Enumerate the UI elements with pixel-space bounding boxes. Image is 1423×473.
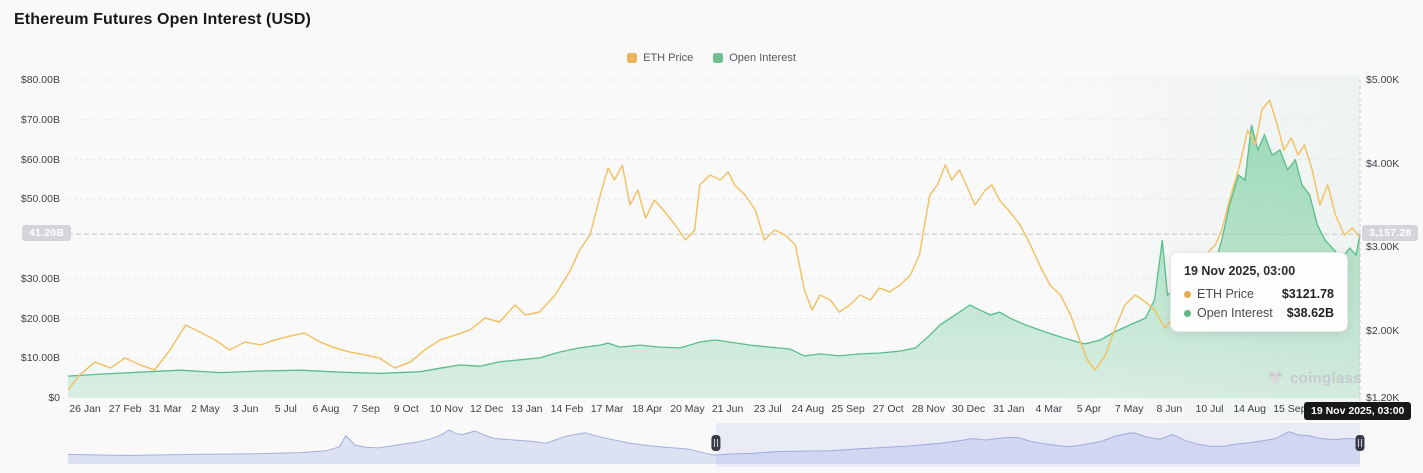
tooltip-row-open-interest: Open Interest $38.62B (1184, 306, 1334, 320)
legend-item-eth-price[interactable]: ETH Price (627, 52, 693, 64)
x-axis-tick-label: 2 May (191, 403, 220, 415)
tooltip-row-eth-price: ETH Price $3121.78 (1184, 287, 1334, 301)
tooltip-date: 19 Nov 2025, 03:00 (1184, 264, 1334, 278)
navigator-selection[interactable] (716, 423, 1360, 467)
coinglass-gem-icon (1266, 369, 1285, 388)
x-axis-tick-label: 4 Mar (1035, 403, 1062, 415)
x-axis-tick-label: 14 Feb (551, 403, 584, 415)
x-axis-tick-label: 18 Apr (632, 403, 662, 415)
x-axis-tick-label: 31 Mar (149, 403, 182, 415)
legend-label-eth-price: ETH Price (643, 52, 693, 64)
x-axis-tick-label: 8 Jun (1157, 403, 1183, 415)
x-axis-tick-label: 20 May (670, 403, 704, 415)
x-axis-tick-label: 10 Nov (430, 403, 463, 415)
right-axis-tick-label: $2.00K (1366, 325, 1399, 337)
left-axis-tick-label: $50.00B (2, 193, 60, 205)
crosshair-date-badge: 19 Nov 2025, 03:00 (1304, 402, 1411, 420)
right-axis-current-badge: 3,157.28 (1362, 225, 1418, 241)
x-axis-tick-label: 7 Sep (352, 403, 379, 415)
eth-price-dot (1184, 291, 1191, 298)
left-axis-tick-label: $60.00B (2, 154, 60, 166)
nav-handle-right[interactable] (1356, 435, 1365, 451)
right-axis-tick-label: $5.00K (1366, 74, 1399, 86)
left-axis-tick-label: $70.00B (2, 114, 60, 126)
right-axis-tick-label: $3.00K (1366, 241, 1399, 253)
x-axis-tick-label: 24 Aug (792, 403, 825, 415)
x-axis-tick-label: 7 May (1115, 403, 1144, 415)
tooltip-label: ETH Price (1197, 287, 1276, 301)
legend-label-open-interest: Open Interest (729, 52, 796, 64)
x-axis-tick-label: 5 Apr (1077, 403, 1102, 415)
x-axis-tick-label: 3 Jun (233, 403, 259, 415)
left-axis-tick-label: $0 (2, 392, 60, 404)
tooltip-value: $3121.78 (1282, 287, 1334, 301)
open-interest-dot (1184, 310, 1191, 317)
x-axis-tick-label: 5 Jul (275, 403, 297, 415)
chart-title: Ethereum Futures Open Interest (USD) (14, 11, 311, 29)
nav-handle-left[interactable] (711, 435, 720, 451)
left-axis-tick-label: $30.00B (2, 273, 60, 285)
left-axis-tick-label: $80.00B (2, 74, 60, 86)
eth-price-swatch (627, 53, 637, 63)
open-interest-swatch (713, 53, 723, 63)
left-axis-tick-label: $10.00B (2, 352, 60, 364)
x-axis-tick-label: 9 Oct (394, 403, 419, 415)
watermark: coinglass (1266, 369, 1362, 388)
x-axis-tick-label: 30 Dec (952, 403, 985, 415)
x-axis-tick-label: 31 Jan (993, 403, 1025, 415)
x-axis-tick-label: 21 Jun (712, 403, 744, 415)
x-axis-tick-label: 27 Feb (109, 403, 142, 415)
x-axis-tick-label: 26 Jan (69, 403, 101, 415)
x-axis-tick-label: 27 Oct (873, 403, 904, 415)
left-axis-tick-label: $20.00B (2, 313, 60, 325)
x-axis-tick-label: 13 Jan (511, 403, 543, 415)
x-axis-tick-label: 15 Sep (1273, 403, 1306, 415)
x-axis-tick-label: 28 Nov (912, 403, 945, 415)
tooltip-label: Open Interest (1197, 306, 1281, 320)
watermark-text: coinglass (1290, 370, 1362, 387)
x-axis-tick-label: 17 Mar (591, 403, 624, 415)
chart-tooltip: 19 Nov 2025, 03:00 ETH Price $3121.78 Op… (1170, 252, 1348, 332)
x-axis-tick-label: 25 Sep (831, 403, 864, 415)
left-axis-current-badge: 41.20B (22, 225, 71, 241)
x-axis-tick-label: 6 Aug (313, 403, 340, 415)
x-axis-tick-label: 12 Dec (470, 403, 503, 415)
legend-item-open-interest[interactable]: Open Interest (713, 52, 796, 64)
tooltip-value: $38.62B (1287, 306, 1334, 320)
x-axis-tick-label: 23 Jul (754, 403, 782, 415)
chart-panel: Ethereum Futures Open Interest (USD) ETH… (0, 0, 1423, 473)
x-axis-tick-label: 14 Aug (1233, 403, 1266, 415)
legend: ETH Price Open Interest (0, 52, 1423, 64)
x-axis-tick-label: 10 Jul (1196, 403, 1224, 415)
right-axis-tick-label: $4.00K (1366, 158, 1399, 170)
